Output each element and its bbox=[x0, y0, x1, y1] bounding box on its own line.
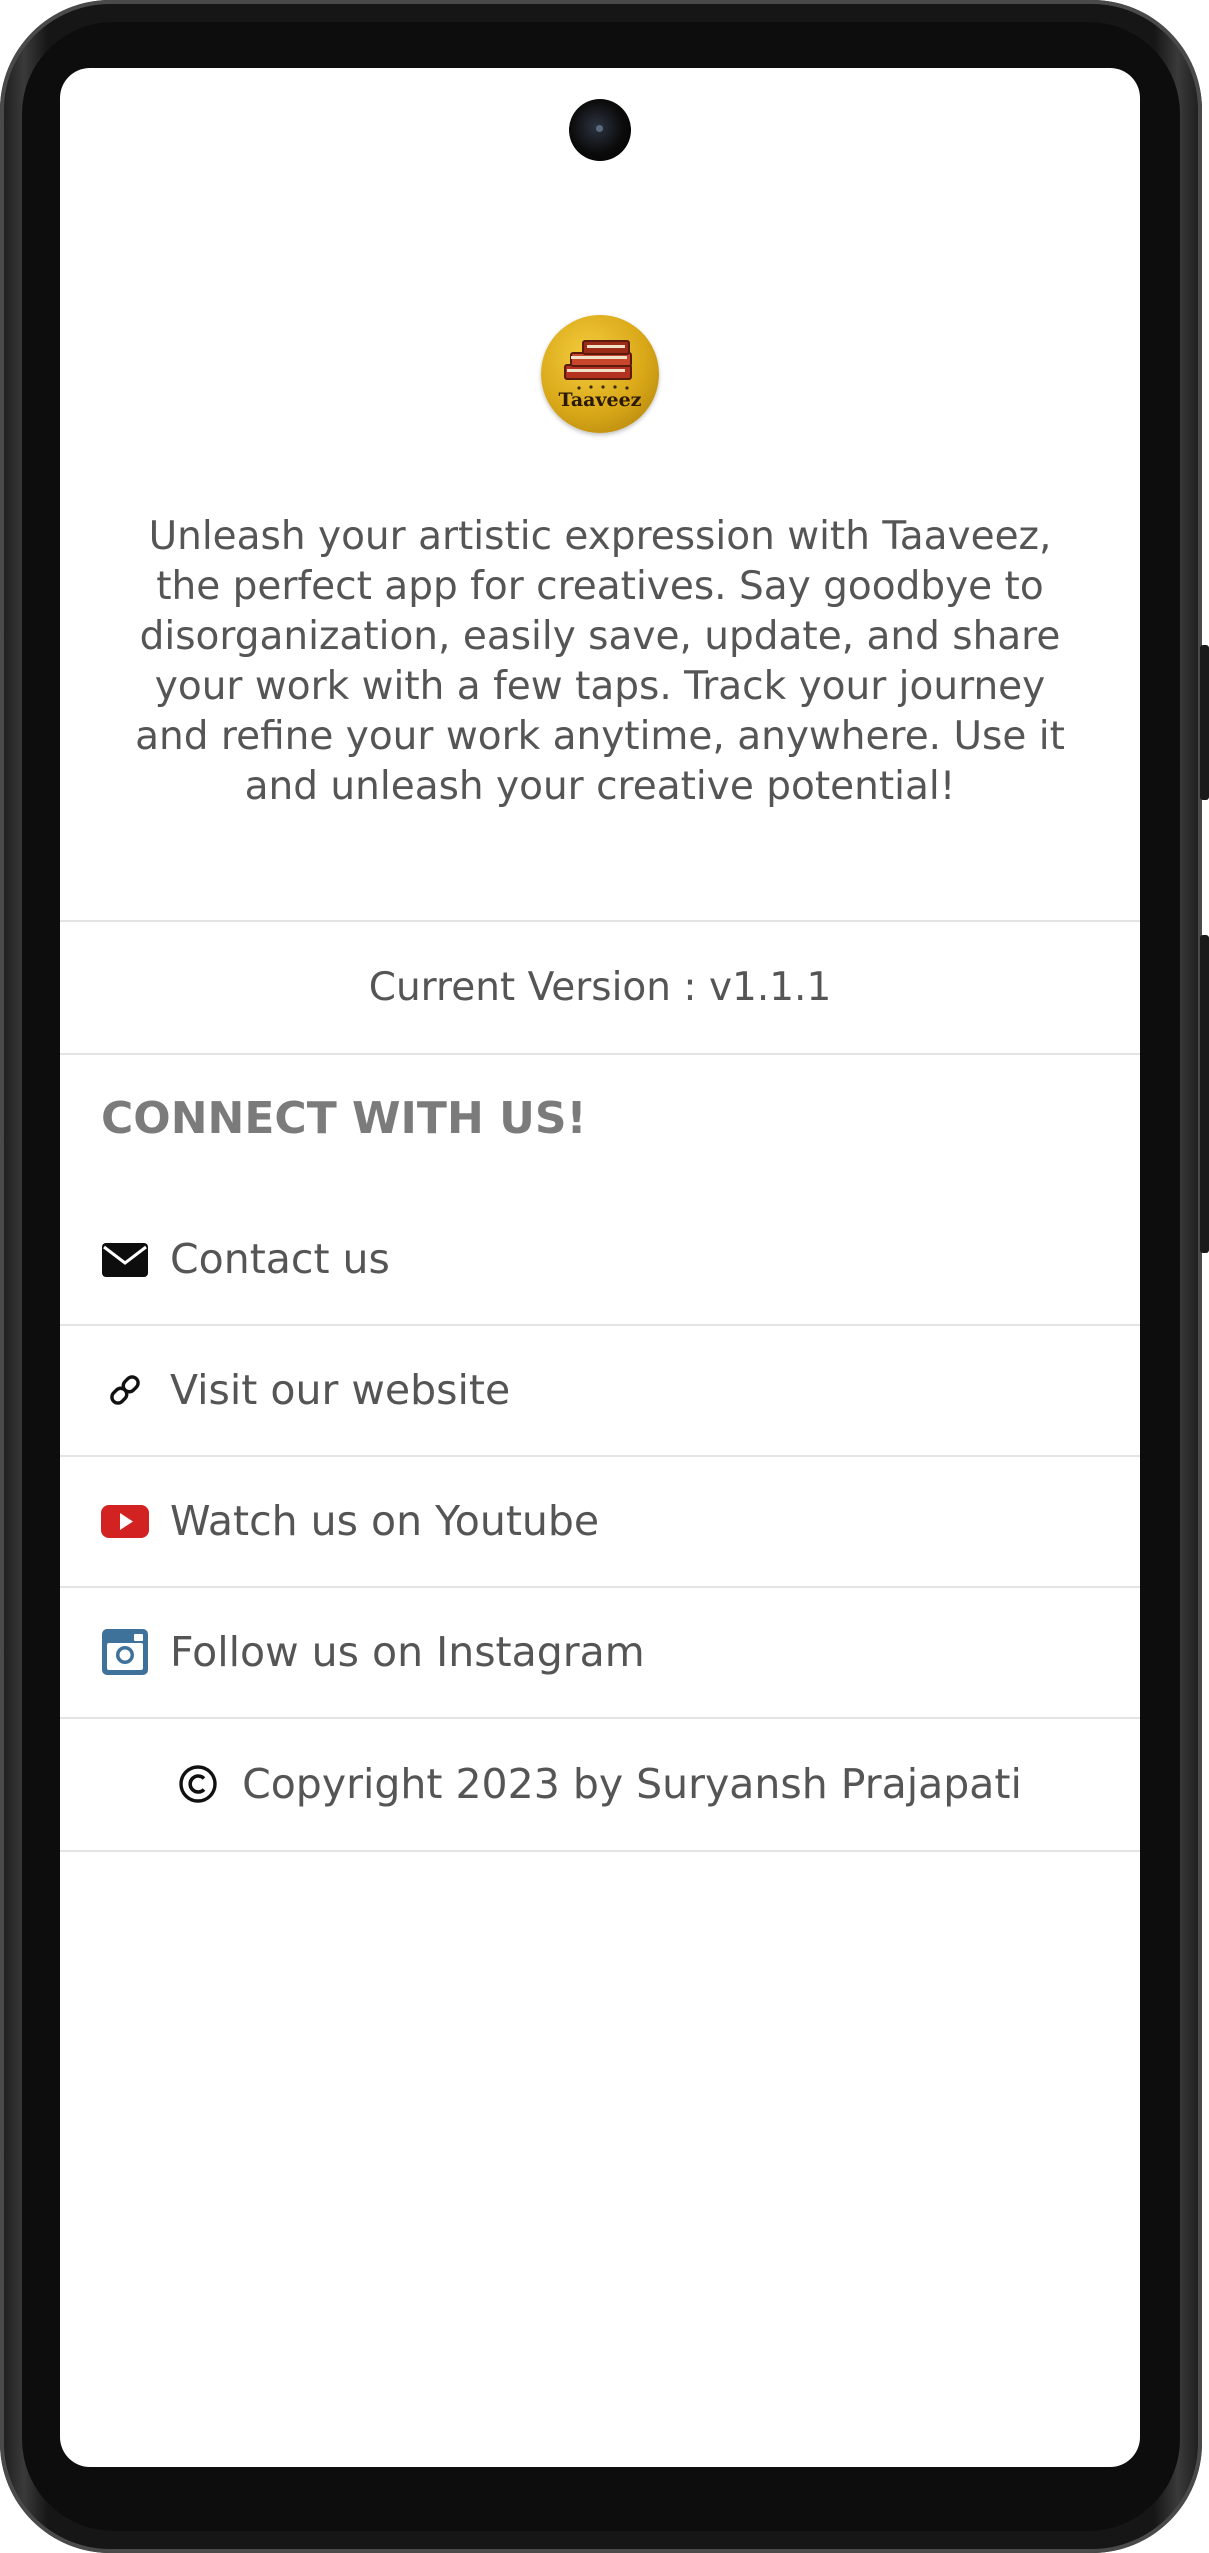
contact-us-link[interactable]: Contact us bbox=[60, 1194, 1140, 1324]
svg-text:Taaveez: Taaveez bbox=[559, 389, 642, 411]
app-description: Unleash your artistic expression with Ta… bbox=[135, 514, 1065, 809]
power-button bbox=[1200, 645, 1209, 800]
books-logo-icon: Taaveez bbox=[559, 340, 642, 411]
visit-website-link[interactable]: Visit our website bbox=[60, 1325, 1140, 1455]
instagram-label: Follow us on Instagram bbox=[170, 1628, 645, 1676]
envelope-icon bbox=[101, 1235, 149, 1283]
divider bbox=[60, 1053, 1140, 1055]
instagram-icon bbox=[101, 1628, 149, 1676]
contact-us-label: Contact us bbox=[170, 1235, 390, 1283]
youtube-icon bbox=[101, 1497, 149, 1545]
front-camera bbox=[569, 99, 631, 161]
youtube-label: Watch us on Youtube bbox=[170, 1497, 600, 1545]
about-screen: Taaveez Unleash your artistic expression… bbox=[60, 68, 1140, 2467]
visit-website-label: Visit our website bbox=[170, 1366, 511, 1414]
youtube-link[interactable]: Watch us on Youtube bbox=[60, 1456, 1140, 1586]
copyright-icon bbox=[178, 1764, 218, 1804]
volume-button bbox=[1200, 935, 1209, 1253]
copyright-text: Copyright 2023 by Suryansh Prajapati bbox=[242, 1760, 1022, 1808]
device-frame: Taaveez Unleash your artistic expression… bbox=[0, 0, 1209, 2553]
divider bbox=[60, 1850, 1140, 1852]
copyright-row: Copyright 2023 by Suryansh Prajapati bbox=[60, 1718, 1140, 1850]
instagram-link[interactable]: Follow us on Instagram bbox=[60, 1587, 1140, 1717]
connect-heading: CONNECT WITH US! bbox=[101, 1093, 587, 1144]
app-logo: Taaveez bbox=[541, 315, 659, 433]
version-label: Current Version : v1.1.1 bbox=[368, 964, 832, 1010]
link-icon bbox=[101, 1366, 149, 1414]
